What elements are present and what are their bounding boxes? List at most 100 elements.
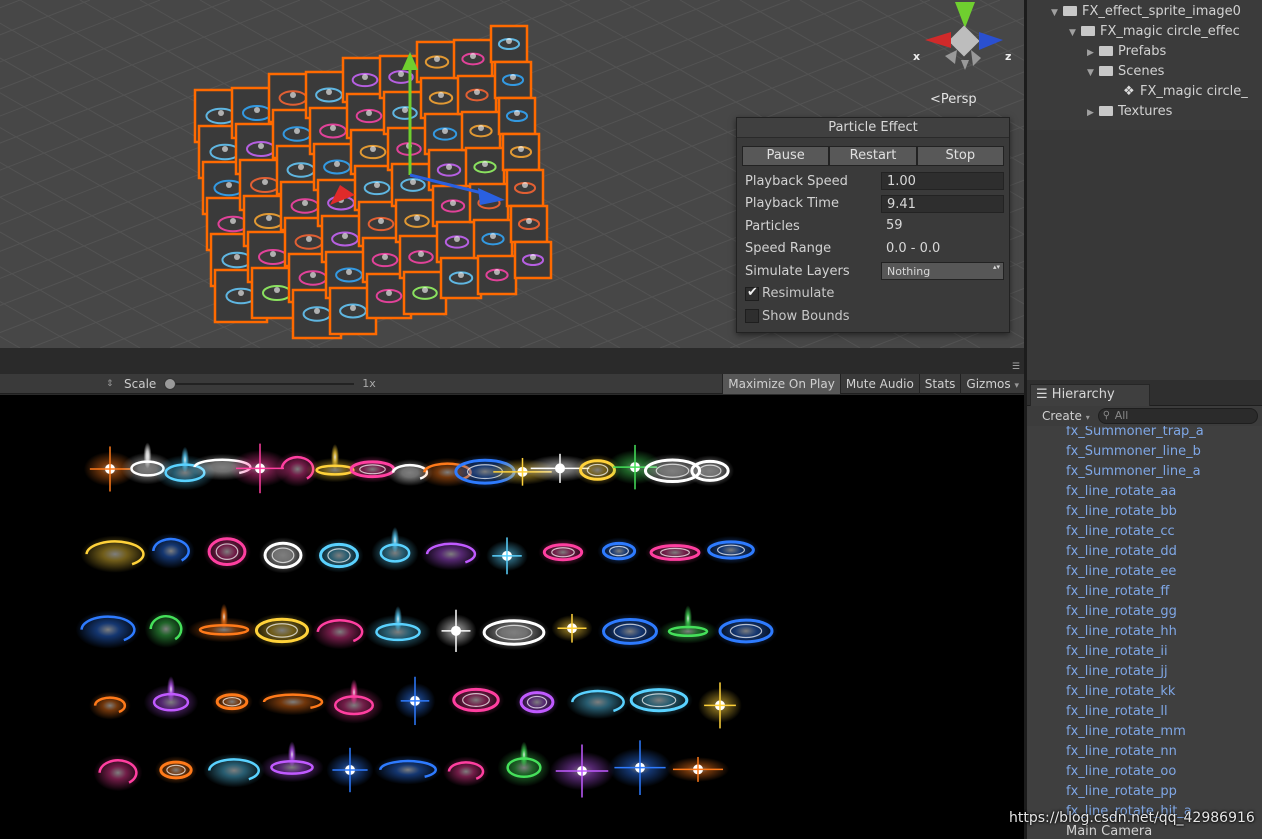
effect-quad[interactable] <box>509 204 549 244</box>
show-bounds-label: Show Bounds <box>762 308 850 324</box>
playback-time-field[interactable]: 9.41 <box>881 194 1004 213</box>
effect-quad[interactable] <box>419 76 463 120</box>
hierarchy-item[interactable]: fx_Summoner_trap_a <box>1066 426 1204 445</box>
stop-button[interactable]: Stop <box>916 146 1004 166</box>
view-splitter[interactable]: ☰ <box>0 348 1024 374</box>
tree-item-fx-magic-circle[interactable]: ▼ FX_magic circle_effec <box>1069 22 1240 42</box>
particle-effect-preview <box>702 535 760 565</box>
y-axis-cone-icon <box>955 2 975 28</box>
scene-view[interactable]: x z <Persp Particle Effect Pause Restart… <box>0 0 1024 348</box>
effect-quad[interactable] <box>464 146 506 188</box>
effect-quad[interactable] <box>472 218 514 260</box>
hierarchy-item[interactable]: fx_line_rotate_nn <box>1066 745 1177 765</box>
mute-audio-toggle[interactable]: Mute Audio <box>839 373 919 394</box>
particle-effect-preview <box>89 691 131 720</box>
expand-arrow-icon[interactable]: ▼ <box>1069 23 1081 43</box>
collapse-arrow-icon[interactable]: ▶ <box>1087 43 1099 63</box>
resimulate-checkbox[interactable] <box>745 285 759 301</box>
particle-effect-preview <box>478 614 550 651</box>
hierarchy-item[interactable]: fx_line_rotate_cc <box>1066 525 1175 545</box>
effect-quad[interactable] <box>456 74 498 116</box>
resimulate-row[interactable]: Resimulate <box>737 283 1009 306</box>
tree-item-fx-effect-sprite[interactable]: ▼ FX_effect_sprite_image0 <box>1051 2 1241 22</box>
hierarchy-item[interactable]: fx_Summoner_line_a <box>1066 465 1201 485</box>
create-arrow-icon: ▾ <box>1085 413 1090 422</box>
simulate-layers-dropdown[interactable]: Nothing <box>881 262 1004 281</box>
particle-effect-preview <box>447 683 505 717</box>
hierarchy-item[interactable]: fx_line_rotate_gg <box>1066 605 1177 625</box>
stats-toggle[interactable]: Stats <box>918 373 961 394</box>
particle-effect-preview <box>259 537 307 574</box>
hierarchy-item[interactable]: fx_Summoner_line_b <box>1066 445 1201 465</box>
effect-quad[interactable] <box>505 168 545 208</box>
create-dropdown[interactable]: Create ▾ <box>1042 409 1090 423</box>
restart-button[interactable]: Restart <box>829 146 917 166</box>
scale-slider-knob[interactable] <box>164 377 177 390</box>
effect-quad[interactable] <box>501 132 541 172</box>
hierarchy-item[interactable]: fx_line_rotate_ff <box>1066 585 1169 605</box>
tree-item-scene-file[interactable]: ❖ FX_magic circle_ <box>1123 82 1248 102</box>
x-axis-cone-icon <box>925 32 951 48</box>
pause-button[interactable]: Pause <box>742 146 830 166</box>
hierarchy-item[interactable]: fx_line_rotate_kk <box>1066 685 1175 705</box>
hierarchy-item[interactable]: fx_line_rotate_pp <box>1066 785 1177 805</box>
tree-item-textures[interactable]: ▶ Textures <box>1087 102 1172 122</box>
expand-arrow-icon[interactable]: ▼ <box>1051 3 1063 23</box>
particle-effect-preview <box>698 682 742 729</box>
effect-quad[interactable] <box>423 112 467 156</box>
hierarchy-item[interactable]: fx_line_rotate_bb <box>1066 505 1177 525</box>
hierarchy-item[interactable]: fx_line_rotate_mm <box>1066 725 1186 745</box>
effect-quad[interactable] <box>493 60 533 100</box>
effect-quad[interactable] <box>476 254 518 296</box>
scene-orientation-gizmo[interactable]: x z <box>905 0 1024 90</box>
effect-quad[interactable] <box>489 24 529 64</box>
effect-quad[interactable] <box>460 110 502 152</box>
gizmos-dropdown[interactable]: Gizmos ▾ <box>960 373 1024 394</box>
selected-effects-cluster[interactable] <box>193 24 553 340</box>
hierarchy-item[interactable]: fx_line_rotate_oo <box>1066 765 1176 785</box>
particles-row: Particles 59 <box>737 215 1009 238</box>
particles-value: 59 <box>886 218 903 234</box>
playback-speed-field[interactable]: 1.00 <box>881 172 1004 191</box>
scale-slider[interactable] <box>164 377 355 390</box>
hierarchy-item[interactable]: fx_line_rotate_aa <box>1066 485 1176 505</box>
collapse-arrow-icon[interactable]: ▶ <box>1087 103 1099 123</box>
tab-hierarchy[interactable]: ☰ Hierarchy <box>1030 384 1150 406</box>
particle-effect-preview <box>203 753 265 788</box>
game-view[interactable] <box>0 395 1024 839</box>
hierarchy-item[interactable]: fx_line_rotate_dd <box>1066 545 1177 565</box>
effect-quad[interactable] <box>497 96 537 136</box>
effect-quad[interactable] <box>415 40 459 84</box>
effect-quad[interactable] <box>402 270 448 316</box>
show-bounds-row[interactable]: Show Bounds <box>737 305 1009 328</box>
hierarchy-list-icon: ☰ <box>1036 387 1048 402</box>
hierarchy-item[interactable]: fx_line_rotate_ii <box>1066 645 1168 665</box>
hierarchy-item[interactable]: fx_line_rotate_ll <box>1066 705 1168 725</box>
effect-quad[interactable] <box>513 240 553 280</box>
speed-range-value: 0.0 - 0.0 <box>886 240 941 256</box>
expand-arrow-icon[interactable]: ▼ <box>1087 63 1099 83</box>
playback-speed-row: Playback Speed 1.00 <box>737 170 1009 193</box>
hierarchy-item[interactable]: fx_line_rotate_jj <box>1066 665 1168 685</box>
aspect-dropdown-arrow-icon[interactable]: ⇕ <box>106 379 114 389</box>
hierarchy-item[interactable]: fx_line_rotate_ee <box>1066 565 1176 585</box>
panel-menu-icon[interactable]: ☰ <box>1012 362 1020 372</box>
show-bounds-checkbox[interactable] <box>745 309 759 324</box>
particle-effect-preview <box>551 613 593 643</box>
particle-effect-preview <box>188 603 260 643</box>
effect-quad[interactable] <box>452 38 494 80</box>
hierarchy-item[interactable]: fx_line_rotate_hh <box>1066 625 1177 645</box>
tree-item-scenes[interactable]: ▼ Scenes <box>1087 62 1164 82</box>
projection-label[interactable]: <Persp <box>930 92 977 107</box>
effect-quad[interactable] <box>431 184 475 228</box>
hierarchy-search-input[interactable]: ⚲ All <box>1097 408 1258 424</box>
tree-item-prefabs[interactable]: ▶ Prefabs <box>1087 42 1166 62</box>
game-view-toolbar: ⇕ Scale 1x Maximize On Play Mute Audio S… <box>0 373 1024 394</box>
neg-x-cone-icon <box>945 50 957 64</box>
maximize-on-play-toggle[interactable]: Maximize On Play <box>722 373 840 394</box>
particle-effect-preview <box>442 756 490 787</box>
effect-quad[interactable] <box>435 220 479 264</box>
effect-quad[interactable] <box>439 256 483 300</box>
particle-effect-preview <box>515 686 559 718</box>
hierarchy-item[interactable]: Main Camera <box>1066 825 1152 839</box>
